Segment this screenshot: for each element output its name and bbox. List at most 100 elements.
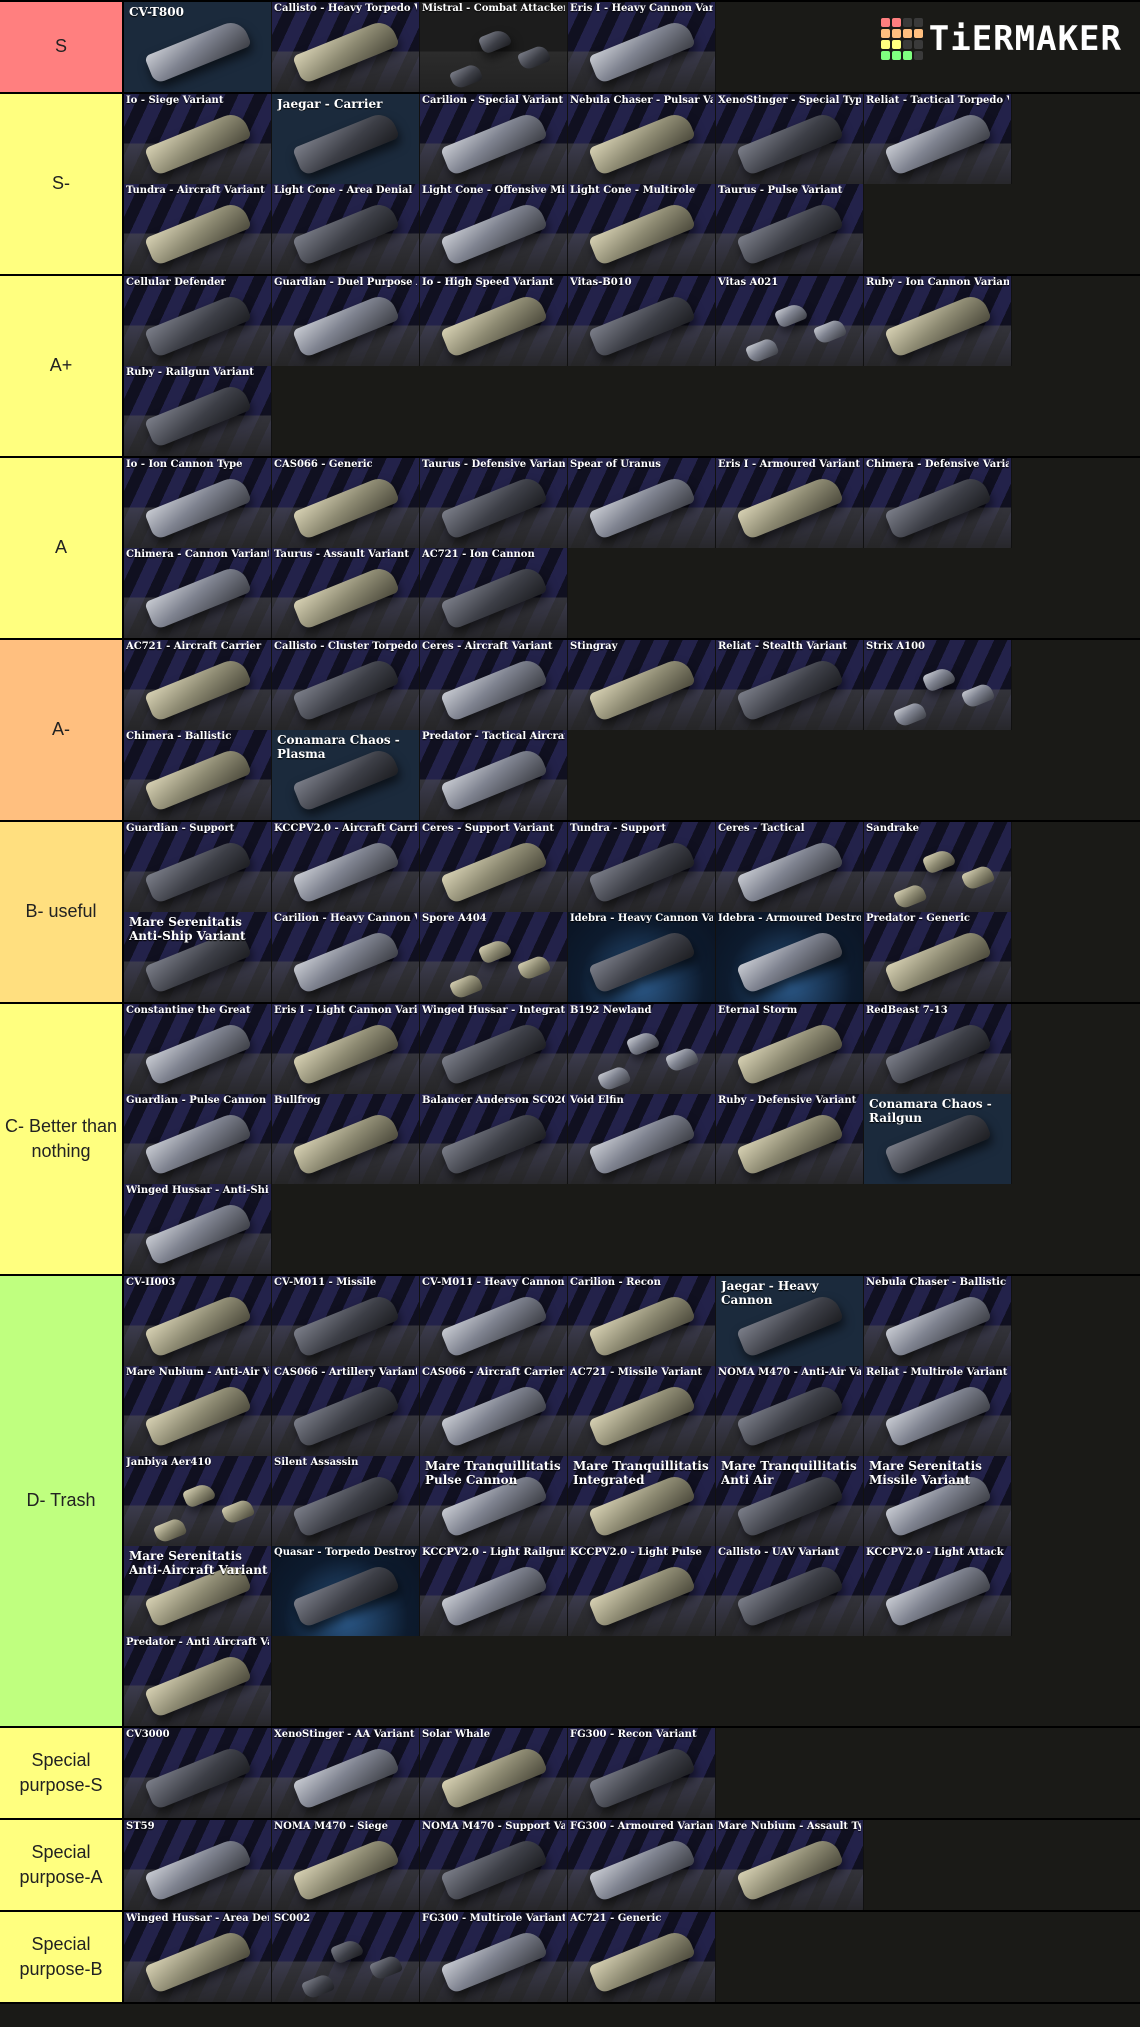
tier-item-card[interactable]: NOMA M470 - Support Variant — [420, 1820, 568, 1910]
tier-item-card[interactable]: KCCPV2.0 - Aircraft Carrier — [272, 822, 420, 912]
tier-item-card[interactable]: FG300 - Recon Variant — [568, 1728, 716, 1818]
tier-item-card[interactable]: Mare Serenitatis Missile Variant — [864, 1456, 1012, 1546]
tier-item-card[interactable]: Spore A404 — [420, 912, 568, 1002]
tier-item-card[interactable]: Light Cone - Multirole — [568, 184, 716, 274]
tier-item-card[interactable]: Eris I - Armoured Variant — [716, 458, 864, 548]
tier-item-card[interactable]: Guardian - Support — [124, 822, 272, 912]
tier-item-card[interactable]: Spear of Uranus — [568, 458, 716, 548]
tier-item-card[interactable]: CV-T800 — [124, 2, 272, 92]
tier-label[interactable]: C- Better than nothing — [0, 1004, 124, 1274]
tier-item-card[interactable]: Mare Serenitatis Anti-Aircraft Variant — [124, 1546, 272, 1636]
tier-item-card[interactable]: Taurus - Defensive Variant — [420, 458, 568, 548]
tier-item-card[interactable]: Tundra - Support — [568, 822, 716, 912]
tier-item-card[interactable]: Constantine the Great — [124, 1004, 272, 1094]
tier-item-card[interactable]: Chimera - Ballistic — [124, 730, 272, 820]
tier-item-card[interactable]: Io - High Speed Variant — [420, 276, 568, 366]
tier-item-card[interactable]: Jaegar - Heavy Cannon — [716, 1276, 864, 1366]
tier-item-card[interactable]: Taurus - Assault Variant — [272, 548, 420, 638]
tier-item-card[interactable]: Idebra - Armoured Destroyer Variant — [716, 912, 864, 1002]
tier-item-card[interactable]: RedBeast 7-13 — [864, 1004, 1012, 1094]
tier-item-card[interactable]: Carilion - Special Variant — [420, 94, 568, 184]
tier-item-card[interactable]: Ruby - Railgun Variant — [124, 366, 272, 456]
tier-item-card[interactable]: Callisto - Heavy Torpedo Variant — [272, 2, 420, 92]
tier-item-card[interactable]: Tundra - Aircraft Variant — [124, 184, 272, 274]
tier-item-card[interactable]: Light Cone - Area Denial — [272, 184, 420, 274]
tier-label[interactable]: Special purpose-B — [0, 1912, 124, 2002]
tier-item-card[interactable]: NOMA M470 - Anti-Air Variant — [716, 1366, 864, 1456]
tier-item-card[interactable]: Idebra - Heavy Cannon Variant — [568, 912, 716, 1002]
tier-item-card[interactable]: Cellular Defender — [124, 276, 272, 366]
tier-item-card[interactable]: FG300 - Armoured Variant — [568, 1820, 716, 1910]
tier-item-card[interactable]: Eris I - Heavy Cannon Variant — [568, 2, 716, 92]
tier-item-card[interactable]: Mistral - Combat Attacker — [420, 2, 568, 92]
tier-item-card[interactable]: Nebula Chaser - Pulsar Variant — [568, 94, 716, 184]
tier-item-card[interactable]: Silent Assassin — [272, 1456, 420, 1546]
tier-item-card[interactable]: Winged Hussar - Area Denial — [124, 1912, 272, 2002]
tier-label[interactable]: B- useful — [0, 822, 124, 1002]
tier-label[interactable]: S- — [0, 94, 124, 274]
tier-item-card[interactable]: Void Elfin — [568, 1094, 716, 1184]
tier-item-card[interactable]: B192 Newland — [568, 1004, 716, 1094]
tier-item-card[interactable]: Guardian - Pulse Cannon Variant — [124, 1094, 272, 1184]
tier-item-card[interactable]: Winged Hussar - Anti-Ship — [124, 1184, 272, 1274]
tier-item-card[interactable]: Callisto - Cluster Torpedo — [272, 640, 420, 730]
tier-item-card[interactable]: Chimera - Cannon Variant — [124, 548, 272, 638]
tier-item-card[interactable]: Quasar - Torpedo Destroyer — [272, 1546, 420, 1636]
tier-item-card[interactable]: NOMA M470 - Siege — [272, 1820, 420, 1910]
tier-item-card[interactable]: Conamara Chaos - Railgun — [864, 1094, 1012, 1184]
tier-label[interactable]: A+ — [0, 276, 124, 456]
tier-item-card[interactable]: Conamara Chaos - Plasma — [272, 730, 420, 820]
tier-item-card[interactable]: Bullfrog — [272, 1094, 420, 1184]
tier-item-card[interactable]: XenoStinger - AA Variant — [272, 1728, 420, 1818]
tier-item-card[interactable]: Io - Siege Variant — [124, 94, 272, 184]
tier-item-card[interactable]: AC721 - Missile Variant — [568, 1366, 716, 1456]
tier-item-card[interactable]: Carilion - Heavy Cannon Variant — [272, 912, 420, 1002]
tier-item-card[interactable]: Guardian - Duel Purpose Assault — [272, 276, 420, 366]
tier-item-card[interactable]: Mare Tranquillitatis Integrated — [568, 1456, 716, 1546]
tier-item-card[interactable]: Eris I - Light Cannon Variant — [272, 1004, 420, 1094]
tier-item-card[interactable]: Mare Tranquillitatis Pulse Cannon — [420, 1456, 568, 1546]
tier-item-card[interactable]: CV-M011 - Heavy Cannon — [420, 1276, 568, 1366]
tier-item-card[interactable]: Light Cone - Offensive Missile — [420, 184, 568, 274]
tier-item-card[interactable]: Strix A100 — [864, 640, 1012, 730]
tier-item-card[interactable]: ST59 — [124, 1820, 272, 1910]
tier-item-card[interactable]: CV-II003 — [124, 1276, 272, 1366]
tier-item-card[interactable]: Nebula Chaser - Ballistic — [864, 1276, 1012, 1366]
tier-item-card[interactable]: Taurus - Pulse Variant — [716, 184, 864, 274]
tier-label[interactable]: A- — [0, 640, 124, 820]
tier-item-card[interactable]: Ceres - Aircraft Variant — [420, 640, 568, 730]
tier-item-card[interactable]: Eternal Storm — [716, 1004, 864, 1094]
tier-item-card[interactable]: Ruby - Defensive Variant — [716, 1094, 864, 1184]
tier-item-card[interactable]: Mare Tranquillitatis Anti Air — [716, 1456, 864, 1546]
tier-label[interactable]: S — [0, 2, 124, 92]
tier-item-card[interactable]: Callisto - UAV Variant — [716, 1546, 864, 1636]
tier-item-card[interactable]: Solar Whale — [420, 1728, 568, 1818]
tier-item-card[interactable]: Reliat - Multirole Variant — [864, 1366, 1012, 1456]
tier-item-card[interactable]: CV-M011 - Missile — [272, 1276, 420, 1366]
tier-item-card[interactable]: Winged Hussar - Integrated — [420, 1004, 568, 1094]
tier-item-card[interactable]: Predator - Anti Aircraft Variant — [124, 1636, 272, 1726]
tier-item-card[interactable]: Vitas-B010 — [568, 276, 716, 366]
tier-item-card[interactable]: Predator - Tactical Aircraft Variant — [420, 730, 568, 820]
tier-item-card[interactable]: KCCPV2.0 - Light Railgun — [420, 1546, 568, 1636]
tier-item-card[interactable]: Stingray — [568, 640, 716, 730]
tier-item-card[interactable]: Io - Ion Cannon Type — [124, 458, 272, 548]
tier-item-card[interactable]: Sandrake — [864, 822, 1012, 912]
tier-item-card[interactable]: AC721 - Generic — [568, 1912, 716, 2002]
tier-item-card[interactable]: Reliat - Stealth Variant — [716, 640, 864, 730]
tier-item-card[interactable]: CAS066 - Generic — [272, 458, 420, 548]
tier-item-card[interactable]: CAS066 - Artillery Variant — [272, 1366, 420, 1456]
tier-item-card[interactable]: CAS066 - Aircraft Carrier Variant — [420, 1366, 568, 1456]
tier-item-card[interactable]: Reliat - Tactical Torpedo Variant — [864, 94, 1012, 184]
tier-label[interactable]: Special purpose-S — [0, 1728, 124, 1818]
tier-item-card[interactable]: Janbiya Aer410 — [124, 1456, 272, 1546]
tier-item-card[interactable]: SC002 — [272, 1912, 420, 2002]
tier-item-card[interactable]: Mare Nubium - Assault Type — [716, 1820, 864, 1910]
tier-item-card[interactable]: XenoStinger - Special Type — [716, 94, 864, 184]
tier-item-card[interactable]: Ceres - Tactical — [716, 822, 864, 912]
tier-item-card[interactable]: CV3000 — [124, 1728, 272, 1818]
tier-item-card[interactable]: AC721 - Ion Cannon — [420, 548, 568, 638]
tier-label[interactable]: A — [0, 458, 124, 638]
tier-item-card[interactable]: Vitas A021 — [716, 276, 864, 366]
tier-label[interactable]: Special purpose-A — [0, 1820, 124, 1910]
